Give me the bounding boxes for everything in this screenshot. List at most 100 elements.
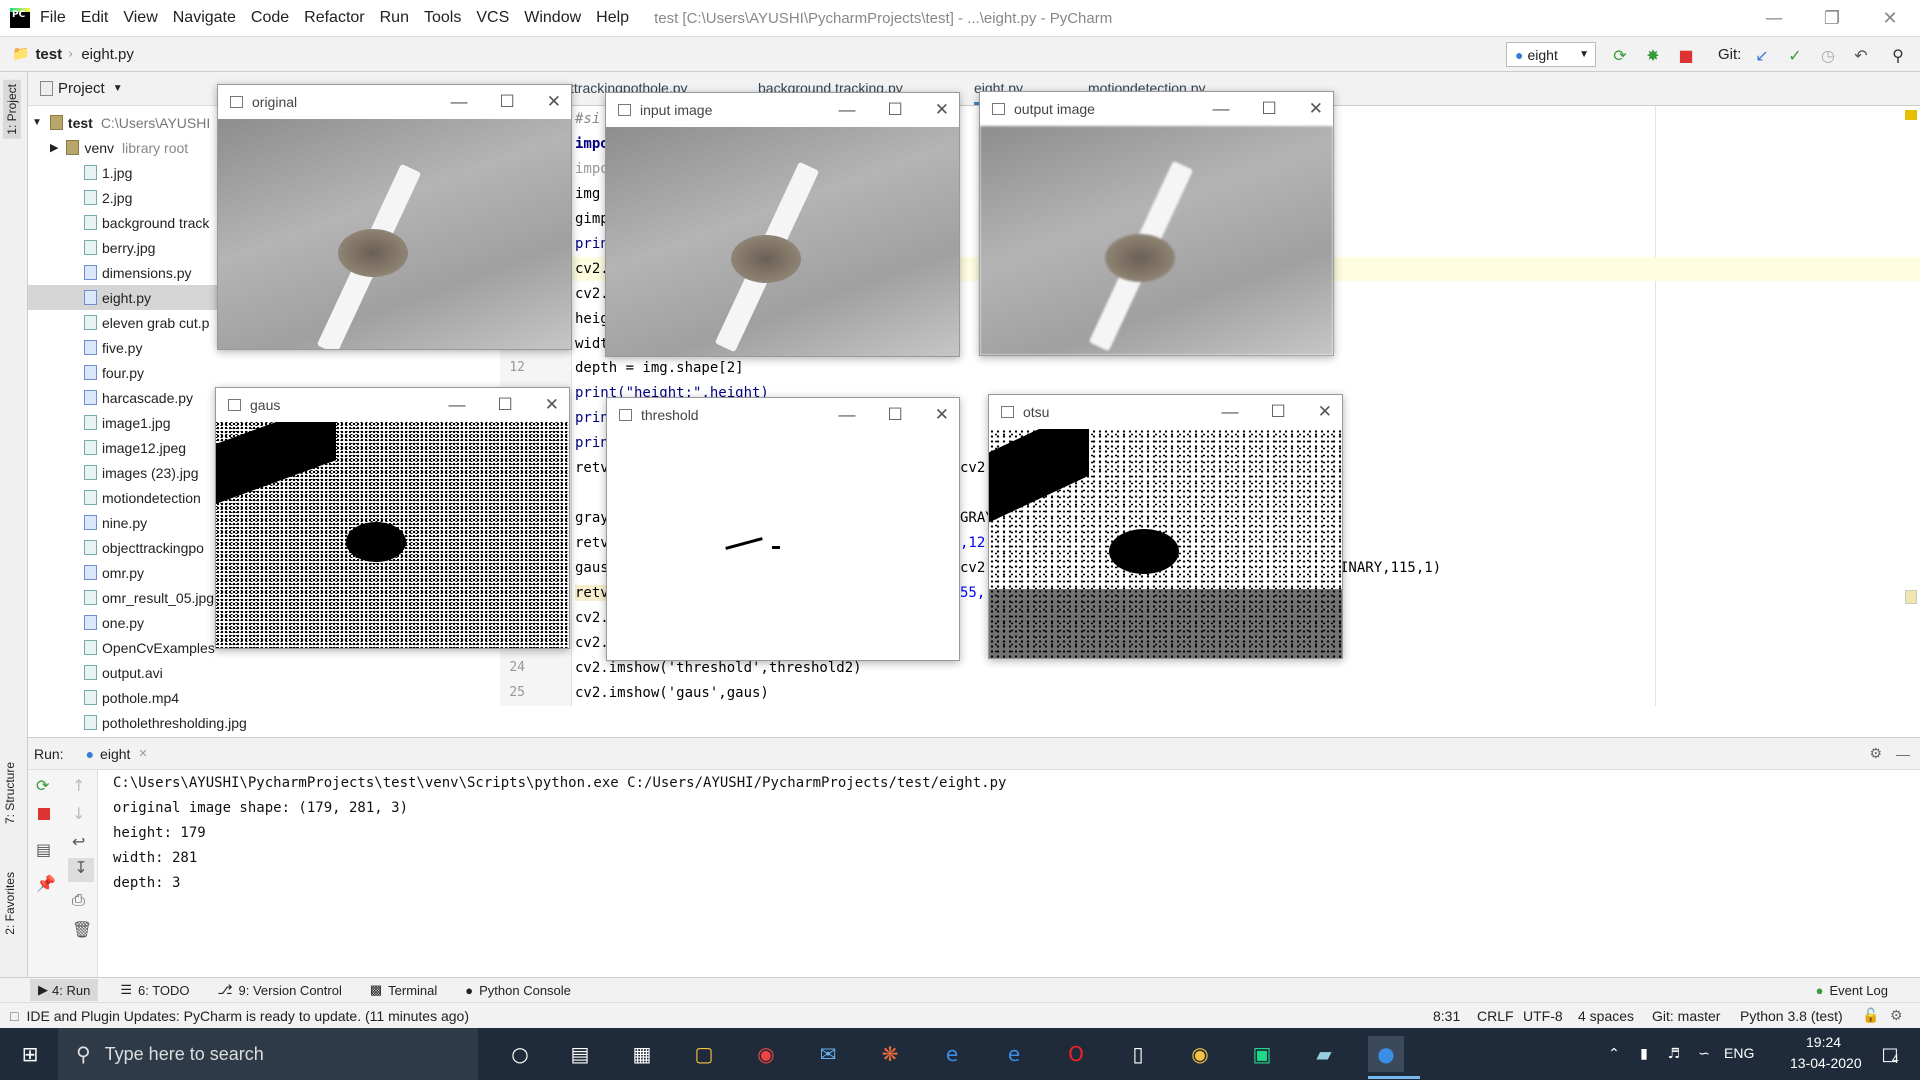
maximize-icon[interactable]: ☐ — [1262, 99, 1277, 119]
lock-icon[interactable]: 🔓 — [1862, 1007, 1879, 1024]
mail-icon[interactable]: ✉ — [810, 1036, 846, 1072]
notifications-icon[interactable]: □ — [1872, 1036, 1908, 1072]
menu-vcs[interactable]: VCS — [476, 9, 509, 27]
cv-window-otsu[interactable]: otsu — ☐ ✕ — [988, 394, 1343, 659]
notepad-icon[interactable]: ▯ — [1120, 1036, 1156, 1072]
close-icon[interactable]: ✕ — [1318, 402, 1332, 422]
maximize-icon[interactable]: ☐ — [888, 100, 903, 120]
opera-icon[interactable]: O — [1058, 1036, 1094, 1072]
gear-icon[interactable]: ⚙ — [1869, 745, 1882, 762]
file-item[interactable]: pothole.mp4 — [28, 685, 500, 710]
close-icon[interactable]: ✕ — [935, 100, 949, 120]
cv-window-titlebar[interactable]: input image — ☐ ✕ — [606, 93, 959, 127]
minimize-icon[interactable]: — — [839, 100, 856, 120]
menu-view[interactable]: View — [123, 9, 157, 27]
python-interpreter[interactable]: Python 3.8 (test) — [1740, 1008, 1843, 1024]
menu-run[interactable]: Run — [380, 9, 409, 27]
chrome-icon[interactable]: ◉ — [748, 1036, 784, 1072]
menu-tools[interactable]: Tools — [424, 9, 461, 27]
hide-icon[interactable]: — — [1896, 746, 1910, 762]
inspector-icon[interactable]: ⚙ — [1890, 1007, 1903, 1024]
wifi-icon[interactable]: ∽ — [1686, 1036, 1722, 1072]
git-commit-icon[interactable]: ✓ — [1785, 45, 1805, 65]
menu-navigate[interactable]: Navigate — [173, 9, 236, 27]
chevron-down-icon[interactable]: ▼ — [113, 83, 123, 94]
run-config-select[interactable]: ● eight ▼ — [1506, 42, 1596, 67]
file-item[interactable]: four.py — [28, 360, 500, 385]
python-taskbar-icon[interactable]: ● — [1368, 1036, 1404, 1072]
layout-icon[interactable]: ▤ — [36, 840, 51, 859]
git-update-icon[interactable]: ↙ — [1752, 45, 1772, 65]
file-encoding[interactable]: UTF-8 — [1523, 1008, 1563, 1024]
menu-code[interactable]: Code — [251, 9, 289, 27]
language-indicator[interactable]: ENG — [1724, 1045, 1754, 1061]
git-history-icon[interactable]: ◷ — [1818, 45, 1838, 65]
close-icon[interactable]: ✕ — [138, 747, 147, 760]
caret-position[interactable]: 8:31 — [1433, 1008, 1460, 1024]
clock-date[interactable]: 13-04-2020 — [1790, 1055, 1862, 1071]
taskbar-search[interactable]: ⚲ Type here to search — [58, 1028, 478, 1080]
cv-window-gaus[interactable]: gaus — ☐ ✕ — [215, 387, 570, 649]
cv-window-original[interactable]: original — ☐ ✕ — [217, 84, 572, 350]
clock-time[interactable]: 19:24 — [1806, 1034, 1841, 1050]
file-explorer-icon[interactable]: ▢ — [686, 1036, 722, 1072]
maximize-icon[interactable]: ☐ — [888, 405, 903, 425]
edge-icon[interactable]: e — [996, 1036, 1032, 1072]
tab-run[interactable]: ▶ 4: Run — [30, 979, 99, 1001]
file-item[interactable]: output.avi — [28, 660, 500, 685]
maximize-icon[interactable]: ☐ — [500, 92, 515, 112]
close-icon[interactable]: ✕ — [545, 395, 559, 415]
minimize-icon[interactable]: — — [1213, 99, 1230, 119]
cv-window-titlebar[interactable]: original — ☐ ✕ — [218, 85, 571, 119]
breadcrumb-file[interactable]: eight.py — [81, 46, 134, 63]
cv-window-titlebar[interactable]: otsu — ☐ ✕ — [989, 395, 1342, 429]
close-icon[interactable]: ✕ — [1309, 99, 1323, 119]
internet-explorer-icon[interactable]: e — [934, 1036, 970, 1072]
print-icon[interactable]: ⎙ — [72, 890, 85, 910]
menu-file[interactable]: File — [40, 9, 66, 27]
minimize-icon[interactable]: — — [1745, 0, 1803, 36]
minimize-icon[interactable]: — — [1222, 402, 1239, 422]
search-icon[interactable]: ⚲ — [1888, 45, 1908, 65]
menu-help[interactable]: Help — [596, 9, 629, 27]
tab-version-control[interactable]: ⎇ 9: Version Control — [218, 982, 342, 998]
cv-window-output-image[interactable]: output image — ☐ ✕ — [979, 91, 1334, 356]
app-icon[interactable]: ❋ — [872, 1036, 908, 1072]
cv-window-input-image[interactable]: input image — ☐ ✕ — [605, 92, 960, 357]
cv-window-titlebar[interactable]: output image — ☐ ✕ — [980, 92, 1333, 126]
minimize-icon[interactable]: — — [449, 395, 466, 415]
task-view-icon[interactable]: ▤ — [562, 1036, 598, 1072]
tab-todo[interactable]: ☰ 6: TODO — [120, 982, 189, 998]
run-tab[interactable]: eight — [100, 746, 130, 762]
event-log-button[interactable]: ● Event Log — [1816, 983, 1888, 998]
line-separator[interactable]: CRLF — [1477, 1008, 1514, 1024]
project-title[interactable]: Project — [58, 80, 105, 97]
app-icon[interactable]: ◉ — [1182, 1036, 1218, 1072]
maximize-icon[interactable]: ☐ — [498, 395, 513, 415]
tab-terminal[interactable]: ▩ Terminal — [370, 982, 437, 998]
rerun-icon[interactable]: ⟳ — [36, 776, 49, 795]
cv-window-titlebar[interactable]: threshold — ☐ ✕ — [607, 398, 959, 432]
tab-python-console[interactable]: ● Python Console — [465, 983, 571, 998]
cv-window-threshold[interactable]: threshold — ☐ ✕ — [606, 397, 960, 661]
soft-wrap-icon[interactable]: ↩ — [72, 832, 85, 851]
debug-icon[interactable]: ✸ — [1643, 45, 1663, 65]
indent-setting[interactable]: 4 spaces — [1578, 1008, 1634, 1024]
maximize-icon[interactable]: ❐ — [1803, 0, 1861, 36]
minimize-icon[interactable]: — — [451, 92, 468, 112]
menu-edit[interactable]: Edit — [81, 9, 109, 27]
file-item[interactable]: potholethresholding.jpg — [28, 710, 500, 735]
close-icon[interactable]: ✕ — [1861, 0, 1919, 36]
arrow-up-icon[interactable]: ↑ — [72, 776, 85, 795]
menu-window[interactable]: Window — [524, 9, 581, 27]
scroll-to-end-icon[interactable]: ↧ — [68, 858, 94, 882]
pin-icon[interactable]: 📌 — [36, 874, 56, 893]
close-icon[interactable]: ✕ — [935, 405, 949, 425]
breadcrumb-project[interactable]: test — [35, 46, 62, 63]
stop-icon[interactable] — [38, 808, 50, 820]
store-icon[interactable]: ▦ — [624, 1036, 660, 1072]
close-icon[interactable]: ✕ — [547, 92, 561, 112]
arrow-down-icon[interactable]: ↓ — [72, 804, 85, 823]
app-icon[interactable]: ▰ — [1306, 1036, 1342, 1072]
git-branch[interactable]: Git: master — [1652, 1008, 1720, 1024]
